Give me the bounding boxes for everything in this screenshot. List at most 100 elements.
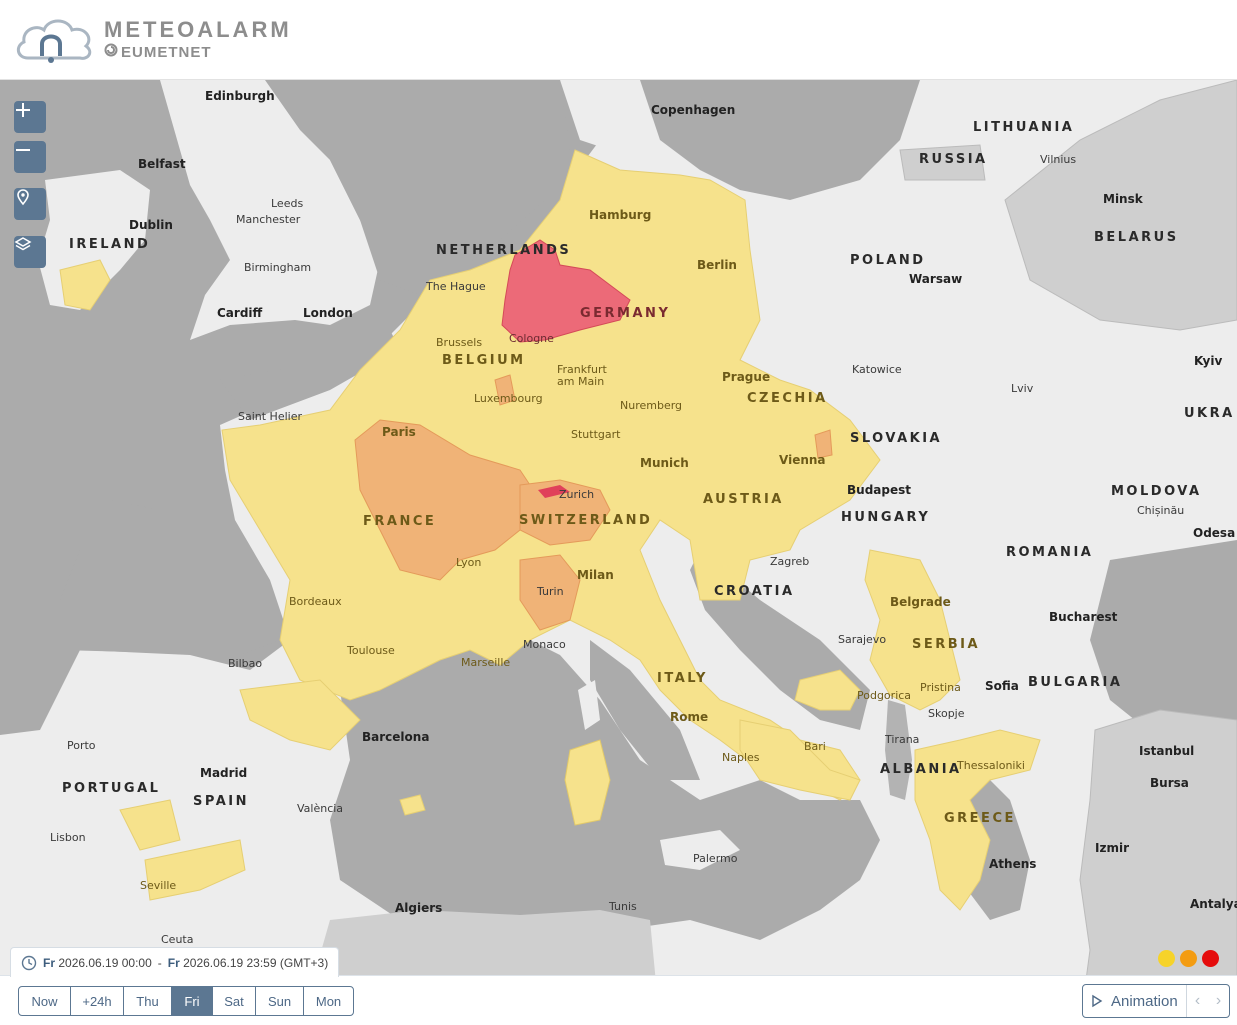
locate-button[interactable]: [14, 188, 46, 220]
end-time: 2026.06.19 23:59 (GMT+3): [183, 955, 329, 970]
cloud-bell-logo[interactable]: [14, 14, 94, 66]
city-label: Naples: [722, 751, 760, 764]
city-label: Bordeaux: [289, 595, 342, 608]
zoom-out-button[interactable]: [14, 141, 46, 173]
red-level-dot[interactable]: [1202, 950, 1219, 967]
city-label: Luxembourg: [474, 392, 543, 405]
brand-title: METEOALARM: [104, 17, 292, 42]
tab-sat[interactable]: Sat: [213, 987, 256, 1015]
range-separator: -: [157, 955, 162, 970]
city-label: Palermo: [693, 852, 738, 865]
city-label: Istanbul: [1139, 744, 1195, 758]
city-label: Algiers: [395, 901, 443, 915]
city-label: Saint Helier: [238, 410, 303, 423]
header: METEOALARM EUMETNET: [0, 0, 1237, 80]
tab-mon[interactable]: Mon: [304, 987, 353, 1015]
country-label: BELARUS: [1094, 230, 1179, 245]
city-label: Lviv: [1011, 382, 1034, 395]
city-label: Berlin: [697, 258, 737, 272]
city-label: Vilnius: [1040, 153, 1077, 166]
city-label: Nuremberg: [620, 399, 683, 412]
country-label: ALBANIA: [880, 762, 962, 777]
tab-fri[interactable]: Fri: [172, 987, 213, 1015]
country-label: NETHERLANDS: [436, 243, 572, 258]
time-range-panel: Fr 2026.06.19 00:00 - Fr 2026.06.19 23:5…: [10, 947, 340, 977]
city-label: València: [297, 802, 344, 815]
city-label: Vienna: [779, 453, 826, 467]
clock-icon: [21, 955, 37, 970]
minus-icon: [16, 149, 30, 151]
city-label: Hamburg: [589, 208, 652, 222]
city-label: Minsk: [1103, 192, 1143, 206]
chevron-right-icon[interactable]: ›: [1208, 985, 1229, 1017]
city-label: Bursa: [1150, 776, 1189, 790]
city-label: Porto: [67, 739, 96, 752]
city-label: Cardiff: [217, 306, 263, 320]
city-label: Lyon: [456, 556, 482, 569]
city-label: Tirana: [885, 733, 920, 746]
tab-24h[interactable]: +24h: [71, 987, 124, 1015]
city-label: Copenhagen: [651, 103, 736, 117]
city-label: Munich: [640, 456, 689, 470]
city-label: Cologne: [509, 332, 554, 345]
city-label: Chișinău: [1137, 504, 1185, 517]
country-label: SWITZERLAND: [519, 513, 653, 528]
city-label: Pristina: [920, 681, 961, 694]
animation-button[interactable]: Animation: [1083, 985, 1187, 1017]
city-label: Sarajevo: [838, 633, 887, 646]
city-label: Madrid: [200, 766, 248, 780]
swirl-icon: [104, 43, 118, 61]
city-label: Rome: [670, 710, 709, 724]
city-label: Katowice: [852, 363, 902, 376]
country-label: MOLDOVA: [1111, 484, 1202, 499]
yellow-level-dot[interactable]: [1158, 950, 1175, 967]
city-label: Frankfurt am Main: [557, 363, 607, 388]
country-label: POLAND: [850, 253, 926, 268]
chevron-left-icon[interactable]: ‹: [1187, 985, 1208, 1017]
city-label: Belfast: [138, 157, 186, 171]
city-label: Izmir: [1095, 841, 1129, 855]
city-label: Budapest: [847, 483, 911, 497]
city-label: Paris: [382, 425, 416, 439]
start-time: 2026.06.19 00:00: [58, 955, 152, 970]
city-label: Antalya: [1190, 897, 1237, 911]
tab-thu[interactable]: Thu: [124, 987, 172, 1015]
tab-sun[interactable]: Sun: [256, 987, 304, 1015]
country-label: BELGIUM: [442, 353, 526, 368]
city-label: Kyiv: [1194, 354, 1223, 368]
timeline-bar: Now +24h Thu Fri Sat Sun Mon Animation ‹…: [0, 975, 1237, 1025]
city-label: Leeds: [271, 197, 304, 210]
city-label: Birmingham: [244, 261, 312, 274]
city-label: Zagreb: [770, 555, 810, 568]
location-pin-icon: [17, 189, 29, 206]
warning-map[interactable]: Edinburgh Copenhagen LITHUANIA RUSSIA Vi…: [0, 80, 1237, 1025]
brand-subtitle: EUMETNET: [104, 43, 212, 61]
city-label: Lisbon: [50, 831, 86, 844]
city-label: Stuttgart: [571, 428, 621, 441]
city-label: Warsaw: [909, 272, 963, 286]
orange-level-dot[interactable]: [1180, 950, 1197, 967]
country-label: CZECHIA: [747, 391, 828, 406]
country-label: SPAIN: [193, 794, 249, 809]
city-label: Bucharest: [1049, 610, 1118, 624]
country-label: FRANCE: [363, 514, 437, 529]
city-label: Podgorica: [857, 689, 912, 702]
day-tabs: Now +24h Thu Fri Sat Sun Mon: [18, 986, 354, 1016]
city-label: Marseille: [461, 656, 511, 669]
tab-now[interactable]: Now: [19, 987, 71, 1015]
warning-legend[interactable]: [1158, 950, 1219, 967]
layers-button[interactable]: [14, 236, 46, 268]
city-label: Bilbao: [228, 657, 263, 670]
zoom-in-button[interactable]: [14, 101, 46, 133]
country-label: UKRA: [1184, 406, 1235, 421]
country-label: PORTUGAL: [62, 781, 161, 796]
city-label: Dublin: [129, 218, 173, 232]
city-label: Turin: [537, 585, 564, 598]
country-label: GERMANY: [580, 306, 671, 321]
country-label: IRELAND: [69, 237, 151, 252]
country-label: ITALY: [657, 671, 708, 686]
plus-icon: [16, 103, 30, 117]
country-label: SLOVAKIA: [850, 431, 943, 446]
animation-label: Animation: [1111, 992, 1178, 1010]
city-label: Barcelona: [362, 730, 430, 744]
